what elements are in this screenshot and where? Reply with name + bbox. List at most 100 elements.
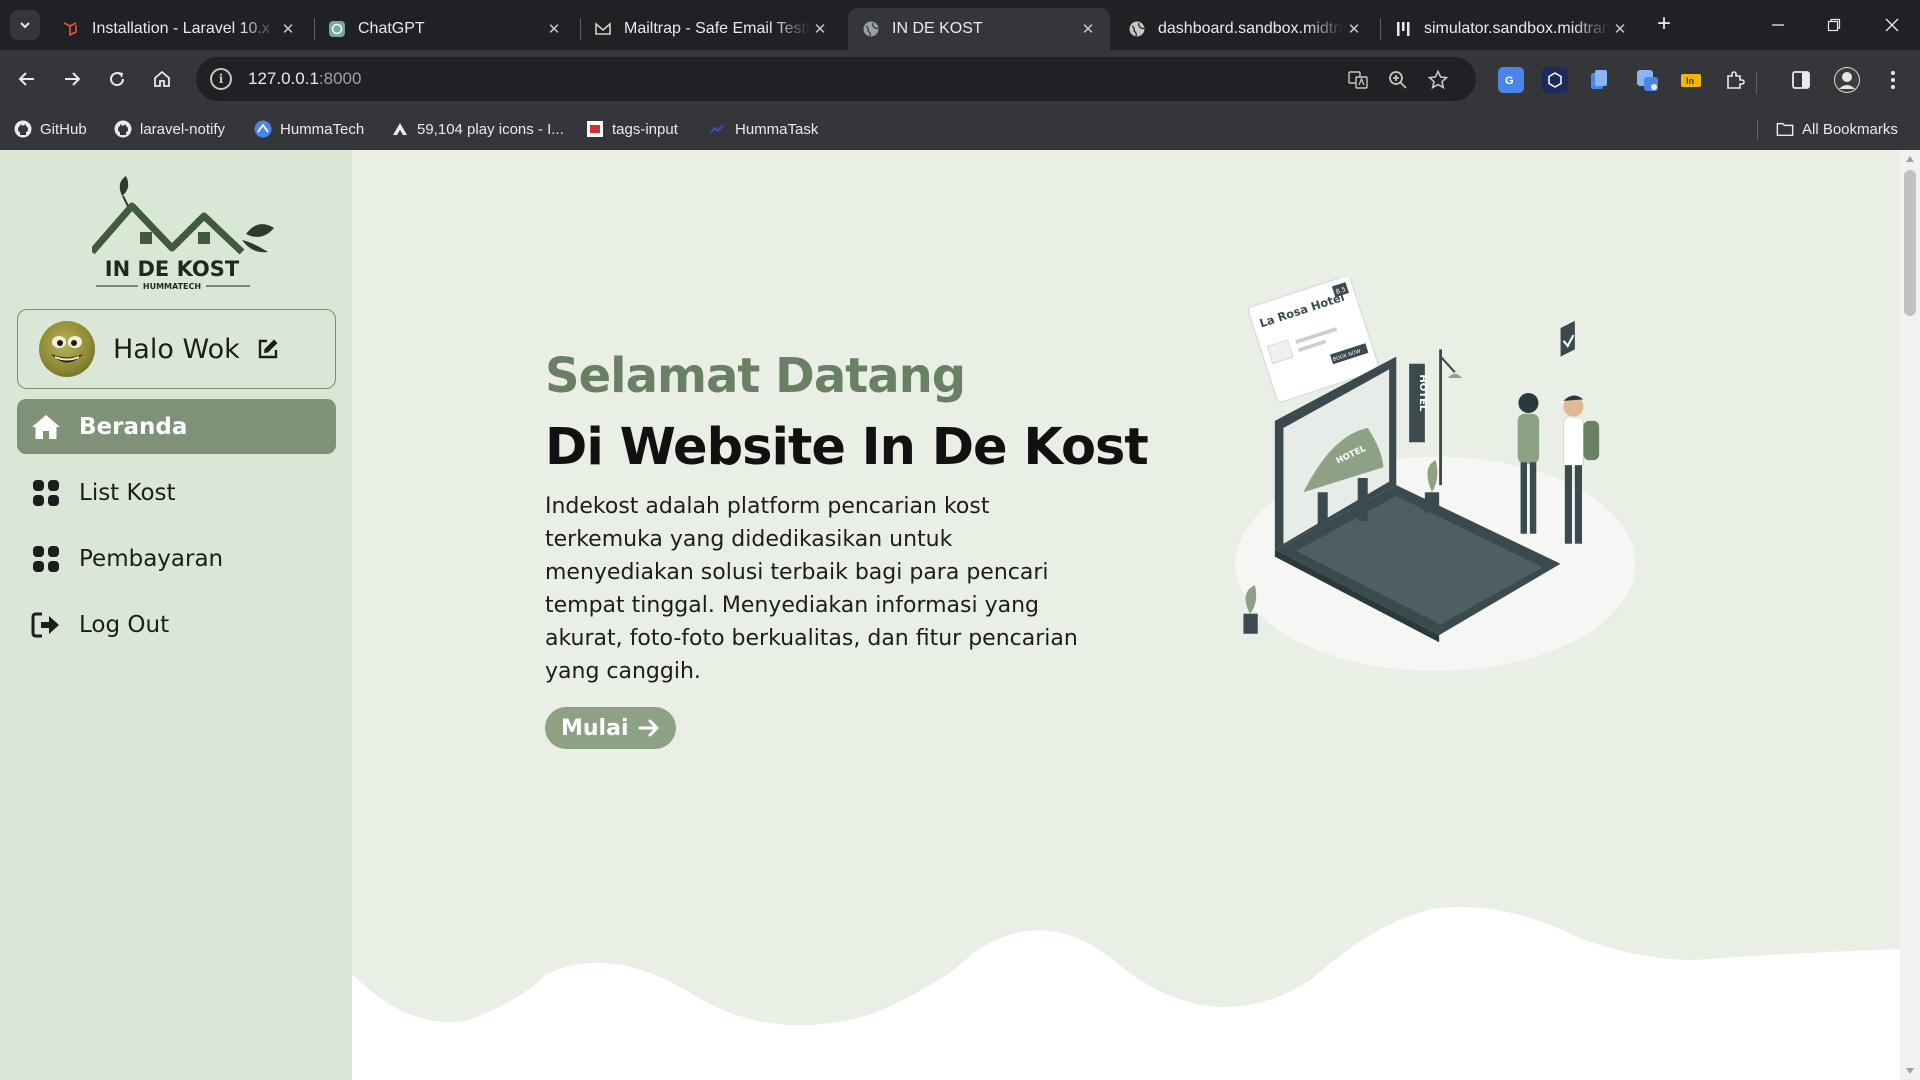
restore-icon xyxy=(1827,18,1841,32)
chevron-down-icon xyxy=(20,22,30,29)
home-icon xyxy=(30,411,62,443)
tab-title: simulator.sandbox.midtran xyxy=(1424,20,1610,37)
edit-icon[interactable] xyxy=(256,337,280,361)
tab-laravel[interactable]: Installation - Laravel 10.x - ✕ xyxy=(48,8,310,50)
sidebar-item-list-kost[interactable]: List Kost xyxy=(17,465,336,520)
tab-mailtrap[interactable]: Mailtrap - Safe Email Testin ✕ xyxy=(580,8,842,50)
tab-in-de-kost[interactable]: IN DE KOST ✕ xyxy=(848,8,1110,50)
midtrans-icon xyxy=(1394,20,1412,38)
bookmark-github[interactable]: GitHub xyxy=(14,108,87,150)
bookmarks-separator xyxy=(1757,120,1758,140)
web-page: IN DE KOST HUMMATECH Halo Wok Beranda Li… xyxy=(0,150,1920,1080)
profile-name: Halo Wok xyxy=(113,333,240,365)
address-bar[interactable]: i 127.0.0.1:8000 xyxy=(196,57,1476,101)
sidebar-item-label: Pembayaran xyxy=(79,545,224,572)
close-icon[interactable]: ✕ xyxy=(1344,20,1364,38)
tab-title: Mailtrap - Safe Email Testin xyxy=(624,20,810,37)
extension-icon[interactable] xyxy=(1542,67,1568,93)
tab-title: ChatGPT xyxy=(358,20,425,37)
sidebar-item-label: Beranda xyxy=(79,413,188,440)
home-icon xyxy=(154,70,170,87)
side-panel-icon[interactable] xyxy=(1788,67,1814,93)
sidebar-item-beranda[interactable]: Beranda xyxy=(17,399,336,454)
avatar xyxy=(39,321,95,377)
home-button[interactable] xyxy=(145,62,179,96)
bookmark-tags-input[interactable]: tags-input xyxy=(586,108,678,150)
scrollbar-thumb[interactable] xyxy=(1904,170,1916,316)
toolbar-separator xyxy=(1756,72,1757,94)
hummatask-icon xyxy=(709,120,727,138)
start-button[interactable]: Mulai xyxy=(545,707,677,749)
hero-description: Indekost adalah platform pencarian kost … xyxy=(545,494,1078,684)
translate-extension-icon[interactable]: G xyxy=(1498,67,1524,93)
main-content: Selamat Datang Di Website In De Kost Ind… xyxy=(352,150,1900,1080)
forward-button[interactable] xyxy=(55,62,89,96)
arrow-left-icon xyxy=(18,72,34,86)
tags-icon xyxy=(586,120,604,138)
minimize-button[interactable] xyxy=(1750,0,1806,50)
grid-icon xyxy=(30,477,62,509)
close-icon[interactable]: ✕ xyxy=(810,20,830,38)
puzzle-icon[interactable] xyxy=(1722,67,1748,93)
in-de-kost-logo: IN DE KOST HUMMATECH xyxy=(92,176,274,290)
back-button[interactable] xyxy=(10,62,44,96)
globe-icon xyxy=(862,20,880,38)
tab-chatgpt[interactable]: ChatGPT ✕ xyxy=(314,8,576,50)
docs-extension-icon[interactable] xyxy=(1586,67,1612,93)
menu-dots-icon[interactable] xyxy=(1880,67,1906,93)
grid-icon xyxy=(30,543,62,575)
tab-search-button[interactable] xyxy=(10,10,40,40)
tab-title: Installation - Laravel 10.x - xyxy=(92,20,278,37)
github-icon xyxy=(114,120,132,138)
chatgpt-icon xyxy=(328,20,346,38)
close-window-button[interactable] xyxy=(1864,0,1920,50)
profile-avatar-icon[interactable] xyxy=(1834,67,1860,93)
close-icon[interactable]: ✕ xyxy=(544,20,564,38)
mailtrap-icon xyxy=(594,20,612,38)
scroll-down-arrow[interactable] xyxy=(1906,1068,1914,1074)
bookmark-laravel-notify[interactable]: laravel-notify xyxy=(114,108,225,150)
flaticon-icon xyxy=(391,120,409,138)
tab-title: IN DE KOST xyxy=(892,20,983,37)
close-icon[interactable]: ✕ xyxy=(1610,20,1630,38)
arrow-right-icon xyxy=(65,72,81,86)
profile-card[interactable]: Halo Wok xyxy=(17,309,336,389)
translate-icon[interactable] xyxy=(1346,68,1370,92)
sidebar-item-pembayaran[interactable]: Pembayaran xyxy=(17,531,336,586)
close-icon[interactable]: ✕ xyxy=(278,20,298,38)
tab-midtrans-simulator[interactable]: simulator.sandbox.midtran ✕ xyxy=(1380,8,1642,50)
star-icon[interactable] xyxy=(1426,68,1450,92)
hero-subtitle: Selamat Datang xyxy=(545,348,966,404)
tag-extension-icon[interactable]: In xyxy=(1678,67,1704,93)
close-icon[interactable]: ✕ xyxy=(1078,20,1098,38)
arrow-right-icon xyxy=(638,718,660,738)
zoom-icon[interactable] xyxy=(1386,68,1410,92)
globe-icon xyxy=(1128,20,1146,38)
reload-button[interactable] xyxy=(100,62,134,96)
hummatech-icon xyxy=(254,120,272,138)
logo-name: IN DE KOST xyxy=(105,257,240,281)
hero-title: Di Website In De Kost xyxy=(545,418,1149,477)
minimize-icon xyxy=(1772,24,1784,26)
bookmark-play-icons[interactable]: 59,104 play icons - I... xyxy=(391,108,564,150)
hotel-booking-illustration: La Rosa Hotel 8.5 BOOK NOW HOTEL HOTEL xyxy=(1235,278,1636,671)
github-icon xyxy=(14,120,32,138)
tab-midtrans-dashboard[interactable]: dashboard.sandbox.midtra ✕ xyxy=(1114,8,1376,50)
sign-label: HOTEL xyxy=(1417,374,1428,412)
sidebar: IN DE KOST HUMMATECH Halo Wok Beranda Li… xyxy=(0,150,352,1080)
restore-button[interactable] xyxy=(1806,0,1862,50)
bookmark-hummatask[interactable]: HummaTask xyxy=(709,108,818,150)
scroll-up-arrow[interactable] xyxy=(1906,156,1914,162)
decorative-wave xyxy=(352,907,1900,1080)
sidebar-item-log-out[interactable]: Log Out xyxy=(17,597,336,652)
info-icon[interactable]: i xyxy=(210,68,232,90)
folder-icon xyxy=(1776,120,1794,138)
page-scrollbar[interactable] xyxy=(1900,150,1920,1080)
new-tab-button[interactable]: + xyxy=(1650,10,1678,38)
all-bookmarks[interactable]: All Bookmarks xyxy=(1776,108,1898,150)
url-text: 127.0.0.1:8000 xyxy=(248,69,362,88)
tab-title: dashboard.sandbox.midtra xyxy=(1158,20,1344,37)
bookmark-hummatech[interactable]: HummaTech xyxy=(254,108,364,150)
screen-capture-extension-icon[interactable] xyxy=(1634,67,1660,93)
browser-tabstrip: Installation - Laravel 10.x - ✕ ChatGPT … xyxy=(0,0,1920,50)
